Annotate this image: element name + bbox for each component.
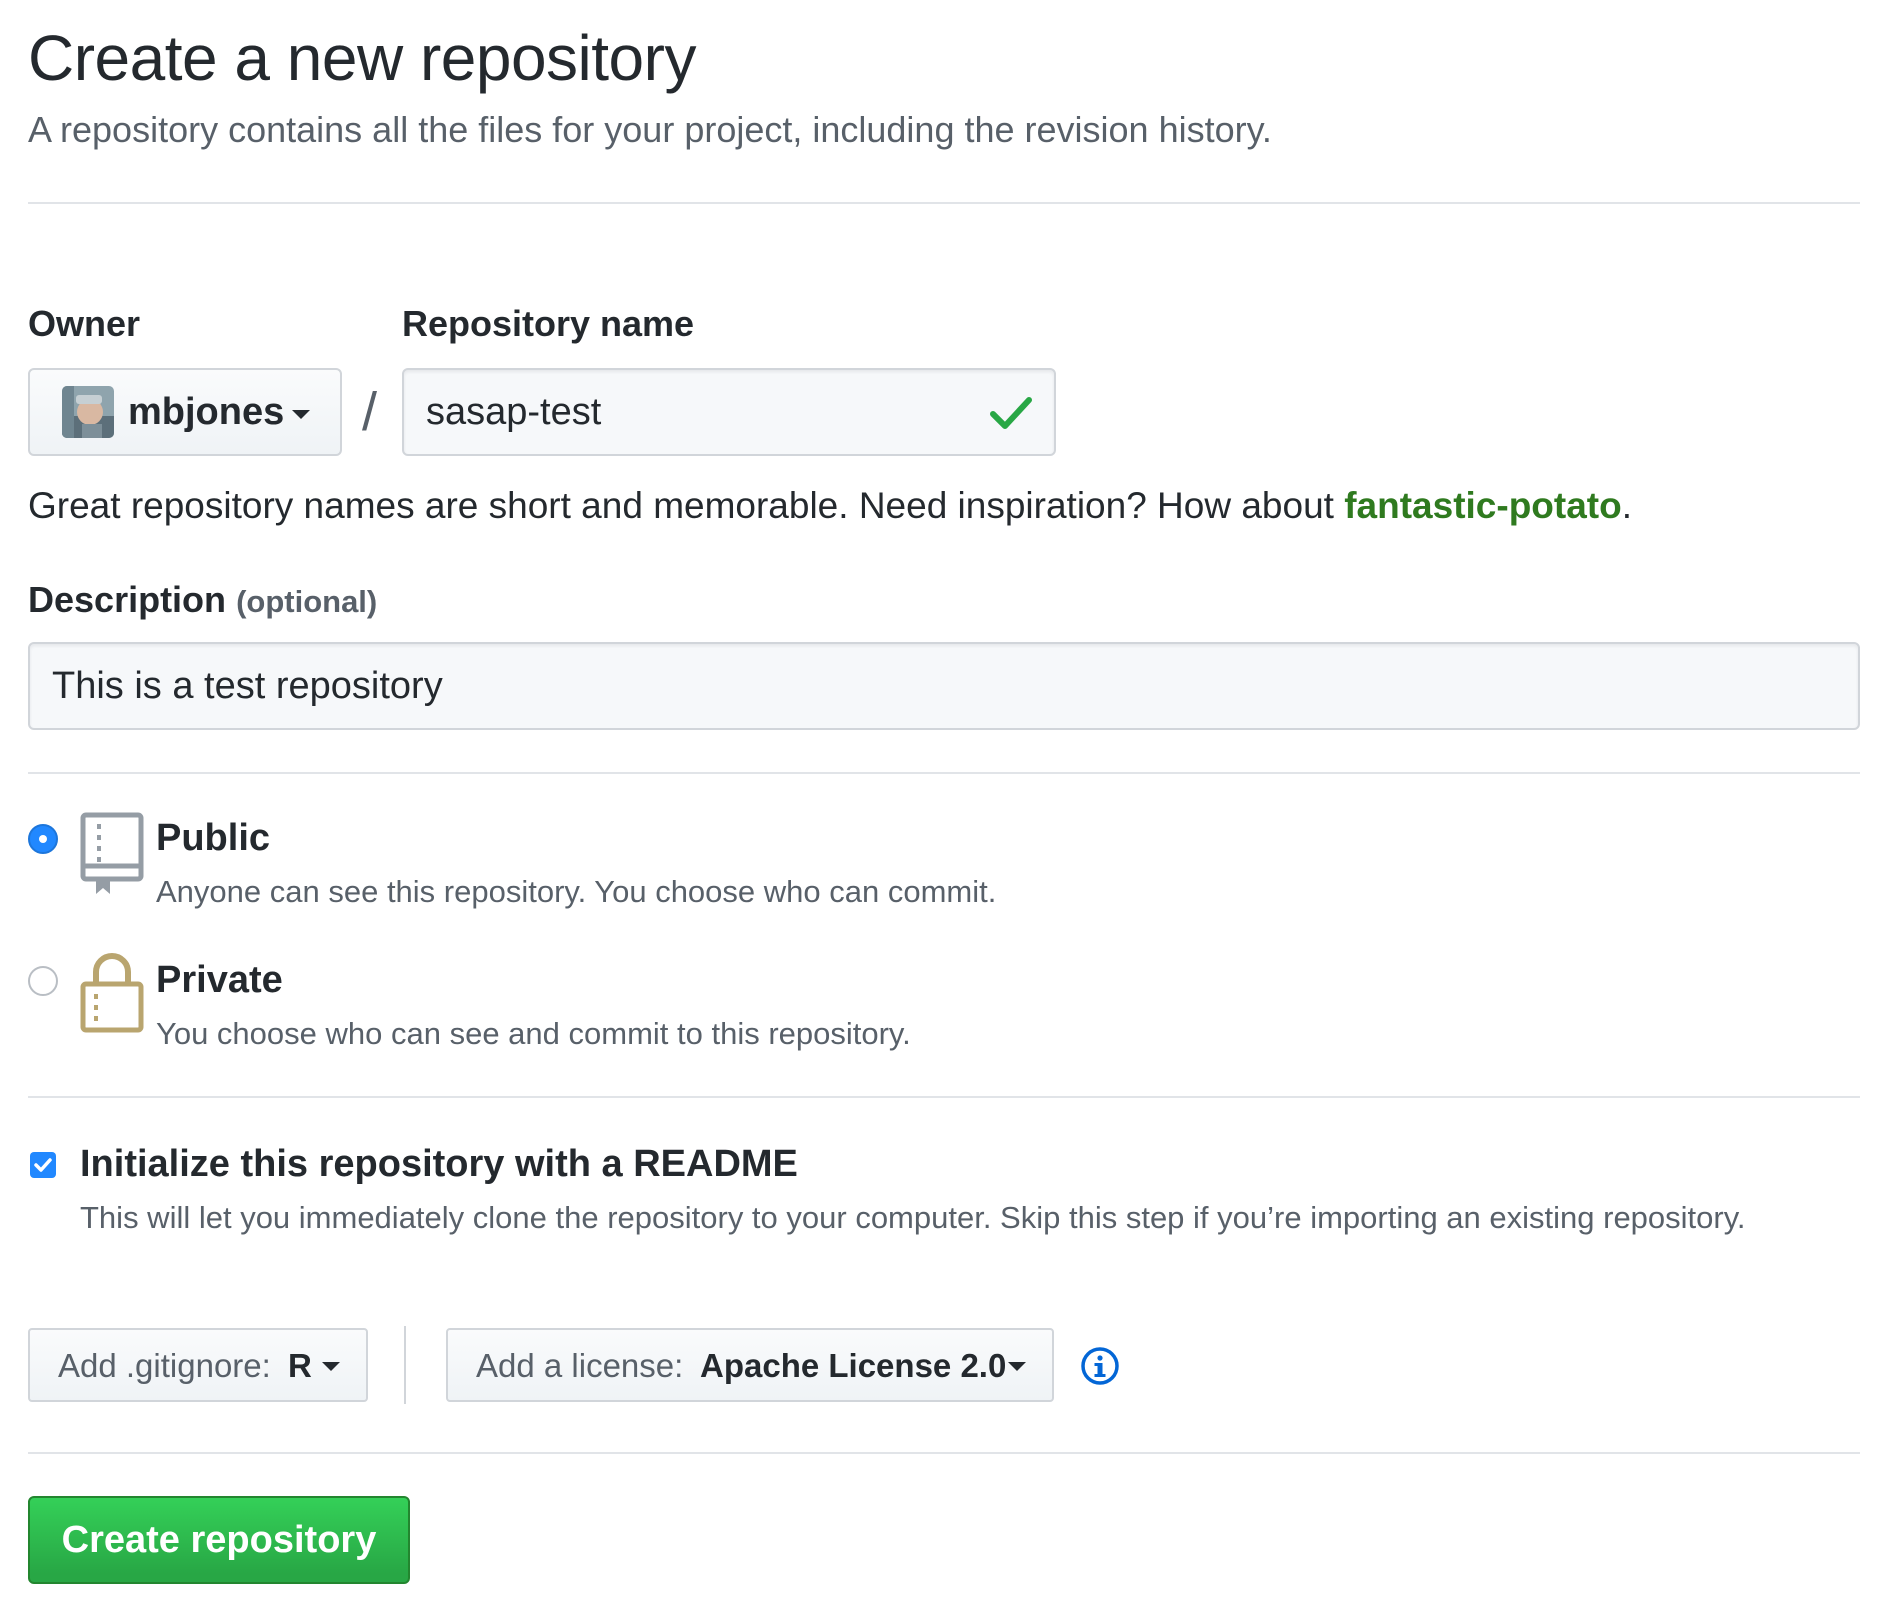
public-option-description: Anyone can see this repository. You choo… bbox=[156, 874, 997, 909]
license-value: Apache License 2.0 bbox=[700, 1347, 1007, 1384]
gitignore-prefix: Add .gitignore: bbox=[58, 1347, 271, 1384]
divider bbox=[28, 202, 1860, 204]
divider bbox=[28, 772, 1860, 774]
license-select-button[interactable]: Add a license: Apache License 2.0 bbox=[446, 1328, 1054, 1402]
owner-select-button[interactable]: mbjones bbox=[28, 368, 342, 456]
select-separator bbox=[404, 1326, 406, 1404]
user-avatar-icon bbox=[62, 386, 114, 438]
divider bbox=[28, 1452, 1860, 1454]
name-suggestion-link[interactable]: fantastic-potato bbox=[1344, 485, 1622, 526]
public-option-title: Public bbox=[156, 817, 271, 859]
description-label: Description (optional) bbox=[28, 578, 377, 624]
divider bbox=[28, 1096, 1860, 1098]
private-option-description: You choose who can see and commit to thi… bbox=[156, 1016, 911, 1051]
readme-checkbox[interactable] bbox=[30, 1152, 56, 1178]
readme-description: This will let you immediately clone the … bbox=[80, 1200, 1746, 1235]
info-icon[interactable] bbox=[1080, 1346, 1120, 1391]
hint-text: Great repository names are short and mem… bbox=[28, 485, 1345, 526]
checkmark-icon bbox=[34, 1158, 52, 1172]
repo-name-input[interactable]: sasap-test bbox=[402, 368, 1056, 456]
license-prefix: Add a license: bbox=[476, 1347, 684, 1384]
check-icon bbox=[990, 396, 1032, 440]
public-radio[interactable] bbox=[28, 824, 58, 854]
optional-tag: (optional) bbox=[236, 584, 378, 619]
gitignore-select-button[interactable]: Add .gitignore: R bbox=[28, 1328, 368, 1402]
description-value: This is a test repository bbox=[52, 665, 443, 707]
repo-book-icon bbox=[80, 812, 144, 901]
page-subtitle: A repository contains all the files for … bbox=[28, 109, 1272, 150]
description-input[interactable]: This is a test repository bbox=[28, 642, 1860, 730]
chevron-down-icon bbox=[1008, 1362, 1026, 1371]
owner-label: Owner bbox=[28, 303, 141, 344]
chevron-down-icon bbox=[292, 410, 310, 419]
gitignore-value: R bbox=[288, 1347, 312, 1384]
create-repository-button[interactable]: Create repository bbox=[28, 1496, 410, 1584]
hint-suffix: . bbox=[1621, 485, 1633, 526]
page-title: Create a new repository bbox=[28, 22, 696, 94]
avatar bbox=[62, 386, 114, 438]
lock-icon bbox=[80, 952, 144, 1039]
repo-name-hint: Great repository names are short and mem… bbox=[28, 484, 1632, 528]
repo-name-value: sasap-test bbox=[426, 391, 602, 433]
readme-title: Initialize this repository with a README bbox=[80, 1143, 798, 1185]
chevron-down-icon bbox=[322, 1362, 340, 1371]
owner-repo-separator: / bbox=[362, 382, 378, 442]
private-option-title: Private bbox=[156, 959, 283, 1001]
owner-name: mbjones bbox=[128, 391, 285, 433]
repo-name-label: Repository name bbox=[402, 303, 695, 344]
private-radio[interactable] bbox=[28, 966, 58, 996]
description-label-text: Description bbox=[28, 579, 227, 620]
